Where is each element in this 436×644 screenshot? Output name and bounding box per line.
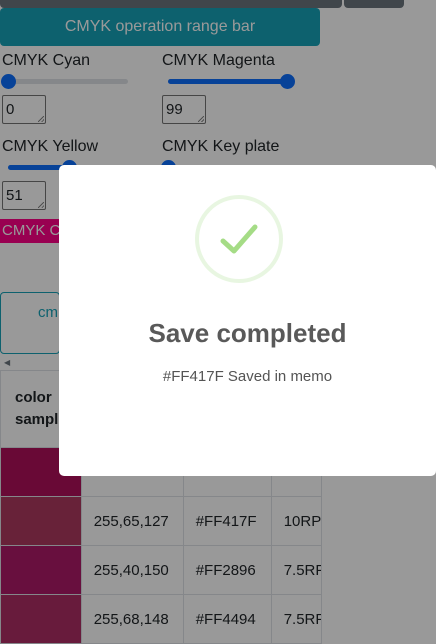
success-check-icon xyxy=(195,195,283,283)
dialog-message: #FF417F Saved in memo xyxy=(162,368,333,385)
dialog-title: Save completed xyxy=(148,318,347,348)
